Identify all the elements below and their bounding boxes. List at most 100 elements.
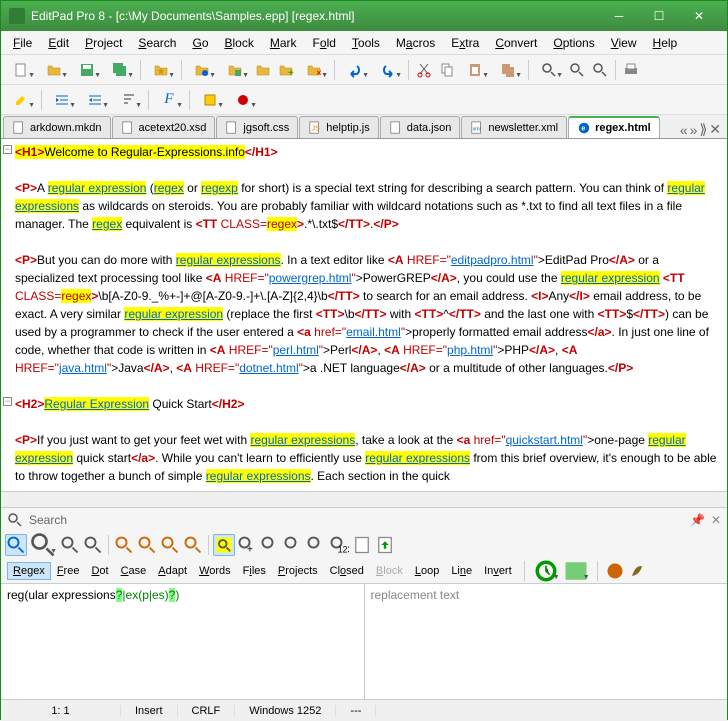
project-save-button[interactable]: ▼	[219, 59, 251, 81]
app-icon	[9, 8, 25, 24]
open-button[interactable]: ▼	[38, 59, 70, 81]
count-all-button[interactable]: 123	[328, 534, 350, 556]
close-search-icon[interactable]: ✕	[711, 513, 721, 527]
opt-case[interactable]: Case	[115, 562, 153, 580]
search-next-button[interactable]: ▼	[28, 534, 58, 556]
menu-macros[interactable]: Macros	[388, 33, 443, 53]
horizontal-scrollbar[interactable]	[1, 491, 727, 507]
replace-prev-button[interactable]	[159, 534, 181, 556]
tab-prev-icon[interactable]: «	[680, 122, 688, 138]
fold-toggle-2[interactable]: −	[3, 397, 12, 406]
opt-projects[interactable]: Projects	[272, 562, 324, 580]
menu-project[interactable]: Project	[77, 33, 130, 53]
tab-markdown[interactable]: arkdown.mkdn	[3, 116, 111, 138]
menu-convert[interactable]: Convert	[487, 33, 545, 53]
tab-json[interactable]: data.json	[380, 116, 461, 138]
opt-invert[interactable]: Invert	[478, 562, 518, 580]
export-button[interactable]	[374, 534, 396, 556]
maximize-button[interactable]: ☐	[639, 2, 679, 30]
regex-input[interactable]: reg(ular expressions?|ex(p|es)?)	[1, 584, 365, 699]
menu-fold[interactable]: Fold	[305, 33, 344, 53]
opt-free[interactable]: Free	[51, 562, 86, 580]
find-prev-button[interactable]	[589, 59, 611, 81]
replace-all-button[interactable]	[182, 534, 204, 556]
status-encoding[interactable]: Windows 1252	[235, 705, 336, 717]
tab-xml[interactable]: xmlnewsletter.xml	[461, 116, 567, 138]
status-eol[interactable]: CRLF	[178, 705, 236, 717]
menu-search[interactable]: Search	[130, 33, 184, 53]
opt-words[interactable]: Words	[193, 562, 237, 580]
menu-go[interactable]: Go	[184, 33, 216, 53]
search-prev-button[interactable]	[59, 534, 81, 556]
opt-closed[interactable]: Closed	[324, 562, 370, 580]
menu-view[interactable]: View	[603, 33, 645, 53]
opt-files[interactable]: Files	[237, 562, 272, 580]
highlight-button[interactable]: ▼	[5, 89, 37, 111]
favorites-search-button[interactable]: ▼	[561, 560, 591, 582]
tab-css[interactable]: jgsoft.css	[216, 116, 298, 138]
tab-last-icon[interactable]: ⟫	[699, 121, 707, 138]
find-next-button[interactable]	[566, 59, 588, 81]
project-add-button[interactable]: +	[275, 59, 297, 81]
search-find-button[interactable]	[5, 534, 27, 556]
tab-regex[interactable]: eregex.html	[568, 116, 660, 138]
replace-next-button[interactable]	[136, 534, 158, 556]
print-button[interactable]	[620, 59, 642, 81]
project-close-button[interactable]: ×▼	[298, 59, 330, 81]
font-button[interactable]: F▼	[153, 89, 185, 111]
menu-mark[interactable]: Mark	[262, 33, 305, 53]
regexbuddy-button[interactable]	[604, 560, 626, 582]
menu-file[interactable]: File	[5, 33, 40, 53]
outdent-button[interactable]: ▼	[79, 89, 111, 111]
tab-next-icon[interactable]: »	[690, 122, 698, 138]
instant-button[interactable]	[305, 534, 327, 556]
undo-button[interactable]: ▼	[339, 59, 371, 81]
opt-line[interactable]: Line	[445, 562, 478, 580]
menu-options[interactable]: Options	[545, 33, 602, 53]
tab-xsd[interactable]: acetext20.xsd	[112, 116, 216, 138]
status-mode[interactable]: Insert	[121, 705, 178, 717]
opt-regex[interactable]: Regex	[7, 562, 51, 580]
menu-help[interactable]: Help	[645, 33, 686, 53]
replace-input[interactable]: replacement text	[365, 584, 728, 699]
tool1-button[interactable]: ▼	[194, 89, 226, 111]
indent-button[interactable]: ▼	[46, 89, 78, 111]
count-button[interactable]: +	[236, 534, 258, 556]
replace-button[interactable]	[113, 534, 135, 556]
save-button[interactable]: ▼	[71, 59, 103, 81]
highlight-matches-button[interactable]	[213, 534, 235, 556]
opt-loop[interactable]: Loop	[409, 562, 445, 580]
new-button[interactable]: ▼	[5, 59, 37, 81]
fold-matches-button[interactable]	[259, 534, 281, 556]
menu-tools[interactable]: Tools	[344, 33, 388, 53]
search-all-button[interactable]	[82, 534, 104, 556]
fold-toggle[interactable]: −	[3, 145, 12, 154]
history-button[interactable]: ▼	[531, 560, 561, 582]
copy-matches-button[interactable]	[282, 534, 304, 556]
tool2-button[interactable]: ▼	[227, 89, 259, 111]
project-manage-button[interactable]	[252, 59, 274, 81]
minimize-button[interactable]: ─	[599, 2, 639, 30]
tab-js[interactable]: JShelptip.js	[299, 116, 378, 138]
favorites-button[interactable]: ▼	[145, 59, 177, 81]
list-button[interactable]	[351, 534, 373, 556]
menu-edit[interactable]: Edit	[40, 33, 77, 53]
project-open-button[interactable]: ▼	[186, 59, 218, 81]
pin-icon[interactable]: 📌	[690, 513, 705, 527]
cut-button[interactable]	[413, 59, 435, 81]
clip-button[interactable]: ▼	[492, 59, 524, 81]
sort-button[interactable]: ▼	[112, 89, 144, 111]
find-button[interactable]: ▼	[533, 59, 565, 81]
tab-close-icon[interactable]: ✕	[709, 121, 721, 138]
regexmagic-button[interactable]	[626, 560, 648, 582]
saveall-button[interactable]: ▼	[104, 59, 136, 81]
opt-adapt[interactable]: Adapt	[152, 562, 193, 580]
menu-block[interactable]: Block	[217, 33, 262, 53]
paste-button[interactable]: ▼	[459, 59, 491, 81]
close-button[interactable]: ✕	[679, 2, 719, 30]
copy-button[interactable]	[436, 59, 458, 81]
opt-dot[interactable]: Dot	[85, 562, 114, 580]
editor-area[interactable]: − <H1>Welcome to Regular-Expressions.inf…	[1, 139, 727, 491]
menu-extra[interactable]: Extra	[443, 33, 487, 53]
redo-button[interactable]: ▼	[372, 59, 404, 81]
